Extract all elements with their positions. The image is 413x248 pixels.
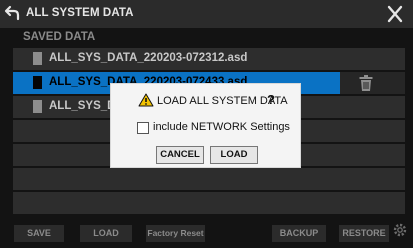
page-title: ALL SYSTEM DATA	[26, 7, 134, 19]
back-arrow-icon[interactable]	[3, 3, 22, 22]
restore-button[interactable]: RESTORE	[339, 225, 389, 242]
include-network-label[interactable]: include NETWORK Settings	[153, 121, 290, 133]
cancel-button[interactable]: CANCEL	[156, 146, 204, 164]
gear-icon[interactable]	[392, 222, 408, 238]
factory-reset-button[interactable]: Factory Reset	[146, 225, 205, 242]
load-confirm-dialog: LOAD ALL SYSTEM DATA ? include NETWORK S…	[110, 83, 301, 168]
title-bar: ALL SYSTEM DATA	[0, 0, 413, 28]
file-icon	[33, 52, 42, 65]
load-confirm-button[interactable]: LOAD	[210, 146, 258, 164]
file-icon	[33, 76, 42, 89]
dialog-question-mark: ?	[267, 92, 275, 107]
delete-button[interactable]	[340, 72, 405, 94]
empty-row	[13, 168, 405, 190]
empty-row	[13, 192, 405, 214]
file-name: ALL_SYS_DATA_220203-072312.asd	[49, 52, 248, 64]
include-network-checkbox[interactable]	[137, 122, 149, 134]
saved-data-label: SAVED DATA	[23, 31, 96, 43]
all-system-data-screen: ALL SYSTEM DATA SAVED DATA ALL_SYS_DATA_…	[0, 0, 413, 248]
file-icon	[33, 100, 42, 113]
close-icon[interactable]	[384, 5, 406, 23]
backup-button[interactable]: BACKUP	[272, 225, 326, 242]
save-button[interactable]: SAVE	[14, 225, 64, 242]
warning-icon	[138, 93, 154, 107]
trash-icon	[359, 75, 373, 91]
file-row[interactable]: ALL_SYS_DATA_220203-072312.asd	[13, 48, 405, 70]
load-button[interactable]: LOAD	[80, 225, 132, 242]
